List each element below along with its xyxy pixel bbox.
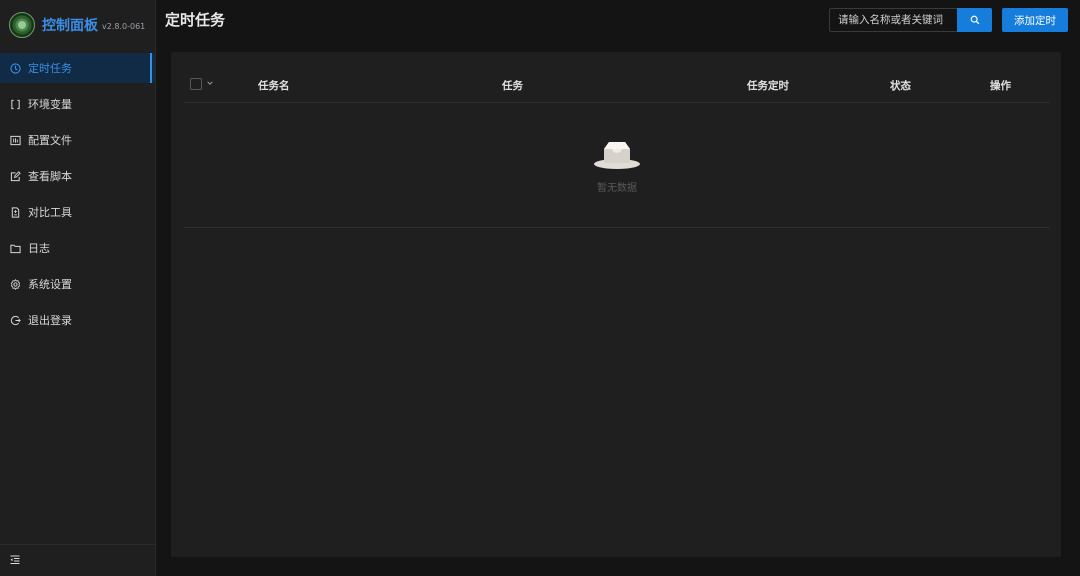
control-panel-icon [9, 134, 21, 146]
select-all-control [190, 78, 214, 90]
column-header-command[interactable]: 任务 [502, 78, 523, 93]
column-header-schedule[interactable]: 任务定时 [747, 78, 789, 93]
cron-table: 任务名 任务 任务定时 状态 操作 暂无数据 [184, 66, 1050, 228]
sidebar-item-cron[interactable]: 定时任务 [0, 53, 155, 83]
sidebar-collapse-button[interactable] [0, 544, 156, 576]
diff-icon [9, 206, 21, 218]
search-icon [970, 13, 980, 28]
gear-icon [9, 278, 21, 290]
brand-version: v2.8.0-061 [102, 22, 146, 31]
empty-text: 暂无数据 [597, 183, 637, 194]
app: 控制面板 v2.8.0-061 定时任务 环境变量 配置文件 查看脚本 对比工具… [0, 0, 1080, 576]
empty-state: 暂无数据 [184, 103, 1050, 228]
sidebar-item-scripts[interactable]: 查看脚本 [0, 161, 155, 191]
sidebar-menu: 定时任务 环境变量 配置文件 查看脚本 对比工具 日志 系统设置 退出登录 [0, 53, 155, 335]
page-title: 定时任务 [165, 10, 226, 29]
add-cron-button[interactable]: 添加定时 [1002, 8, 1068, 32]
sidebar-item-label: 定时任务 [28, 62, 72, 75]
logo [9, 12, 35, 38]
select-all-checkbox[interactable] [190, 78, 202, 90]
sidebar-item-logout[interactable]: 退出登录 [0, 305, 155, 335]
clock-icon [9, 62, 21, 74]
brackets-icon [9, 98, 21, 110]
sidebar-item-label: 日志 [28, 242, 50, 255]
edit-icon [9, 170, 21, 182]
chevron-down-icon[interactable] [206, 78, 214, 90]
table-header: 任务名 任务 任务定时 状态 操作 [184, 66, 1050, 103]
sidebar: 控制面板 v2.8.0-061 定时任务 环境变量 配置文件 查看脚本 对比工具… [0, 0, 156, 576]
sidebar-item-label: 对比工具 [28, 206, 72, 219]
page-header: 定时任务 添加定时 [157, 0, 1080, 38]
logout-icon [9, 314, 21, 326]
brand: 控制面板 v2.8.0-061 [0, 0, 155, 50]
column-header-name[interactable]: 任务名 [258, 78, 290, 93]
content-panel: 任务名 任务 任务定时 状态 操作 暂无数据 [171, 52, 1061, 557]
sidebar-item-settings[interactable]: 系统设置 [0, 269, 155, 299]
search-button[interactable] [957, 8, 992, 32]
sidebar-item-config[interactable]: 配置文件 [0, 125, 155, 155]
sidebar-item-label: 系统设置 [28, 278, 72, 291]
search-input[interactable] [829, 8, 957, 32]
folder-icon [9, 242, 21, 254]
sidebar-item-logs[interactable]: 日志 [0, 233, 155, 263]
sidebar-item-diff[interactable]: 对比工具 [0, 197, 155, 227]
empty-box-icon [592, 139, 642, 175]
menu-fold-icon [9, 551, 21, 570]
sidebar-item-label: 退出登录 [28, 314, 72, 327]
sidebar-item-env[interactable]: 环境变量 [0, 89, 155, 119]
column-header-actions: 操作 [990, 80, 1011, 92]
sidebar-item-label: 配置文件 [28, 134, 72, 147]
column-header-status[interactable]: 状态 [890, 78, 911, 93]
search-bar [829, 8, 992, 32]
brand-title: 控制面板 [42, 18, 98, 34]
sidebar-item-label: 环境变量 [28, 98, 72, 111]
sidebar-item-label: 查看脚本 [28, 170, 72, 183]
